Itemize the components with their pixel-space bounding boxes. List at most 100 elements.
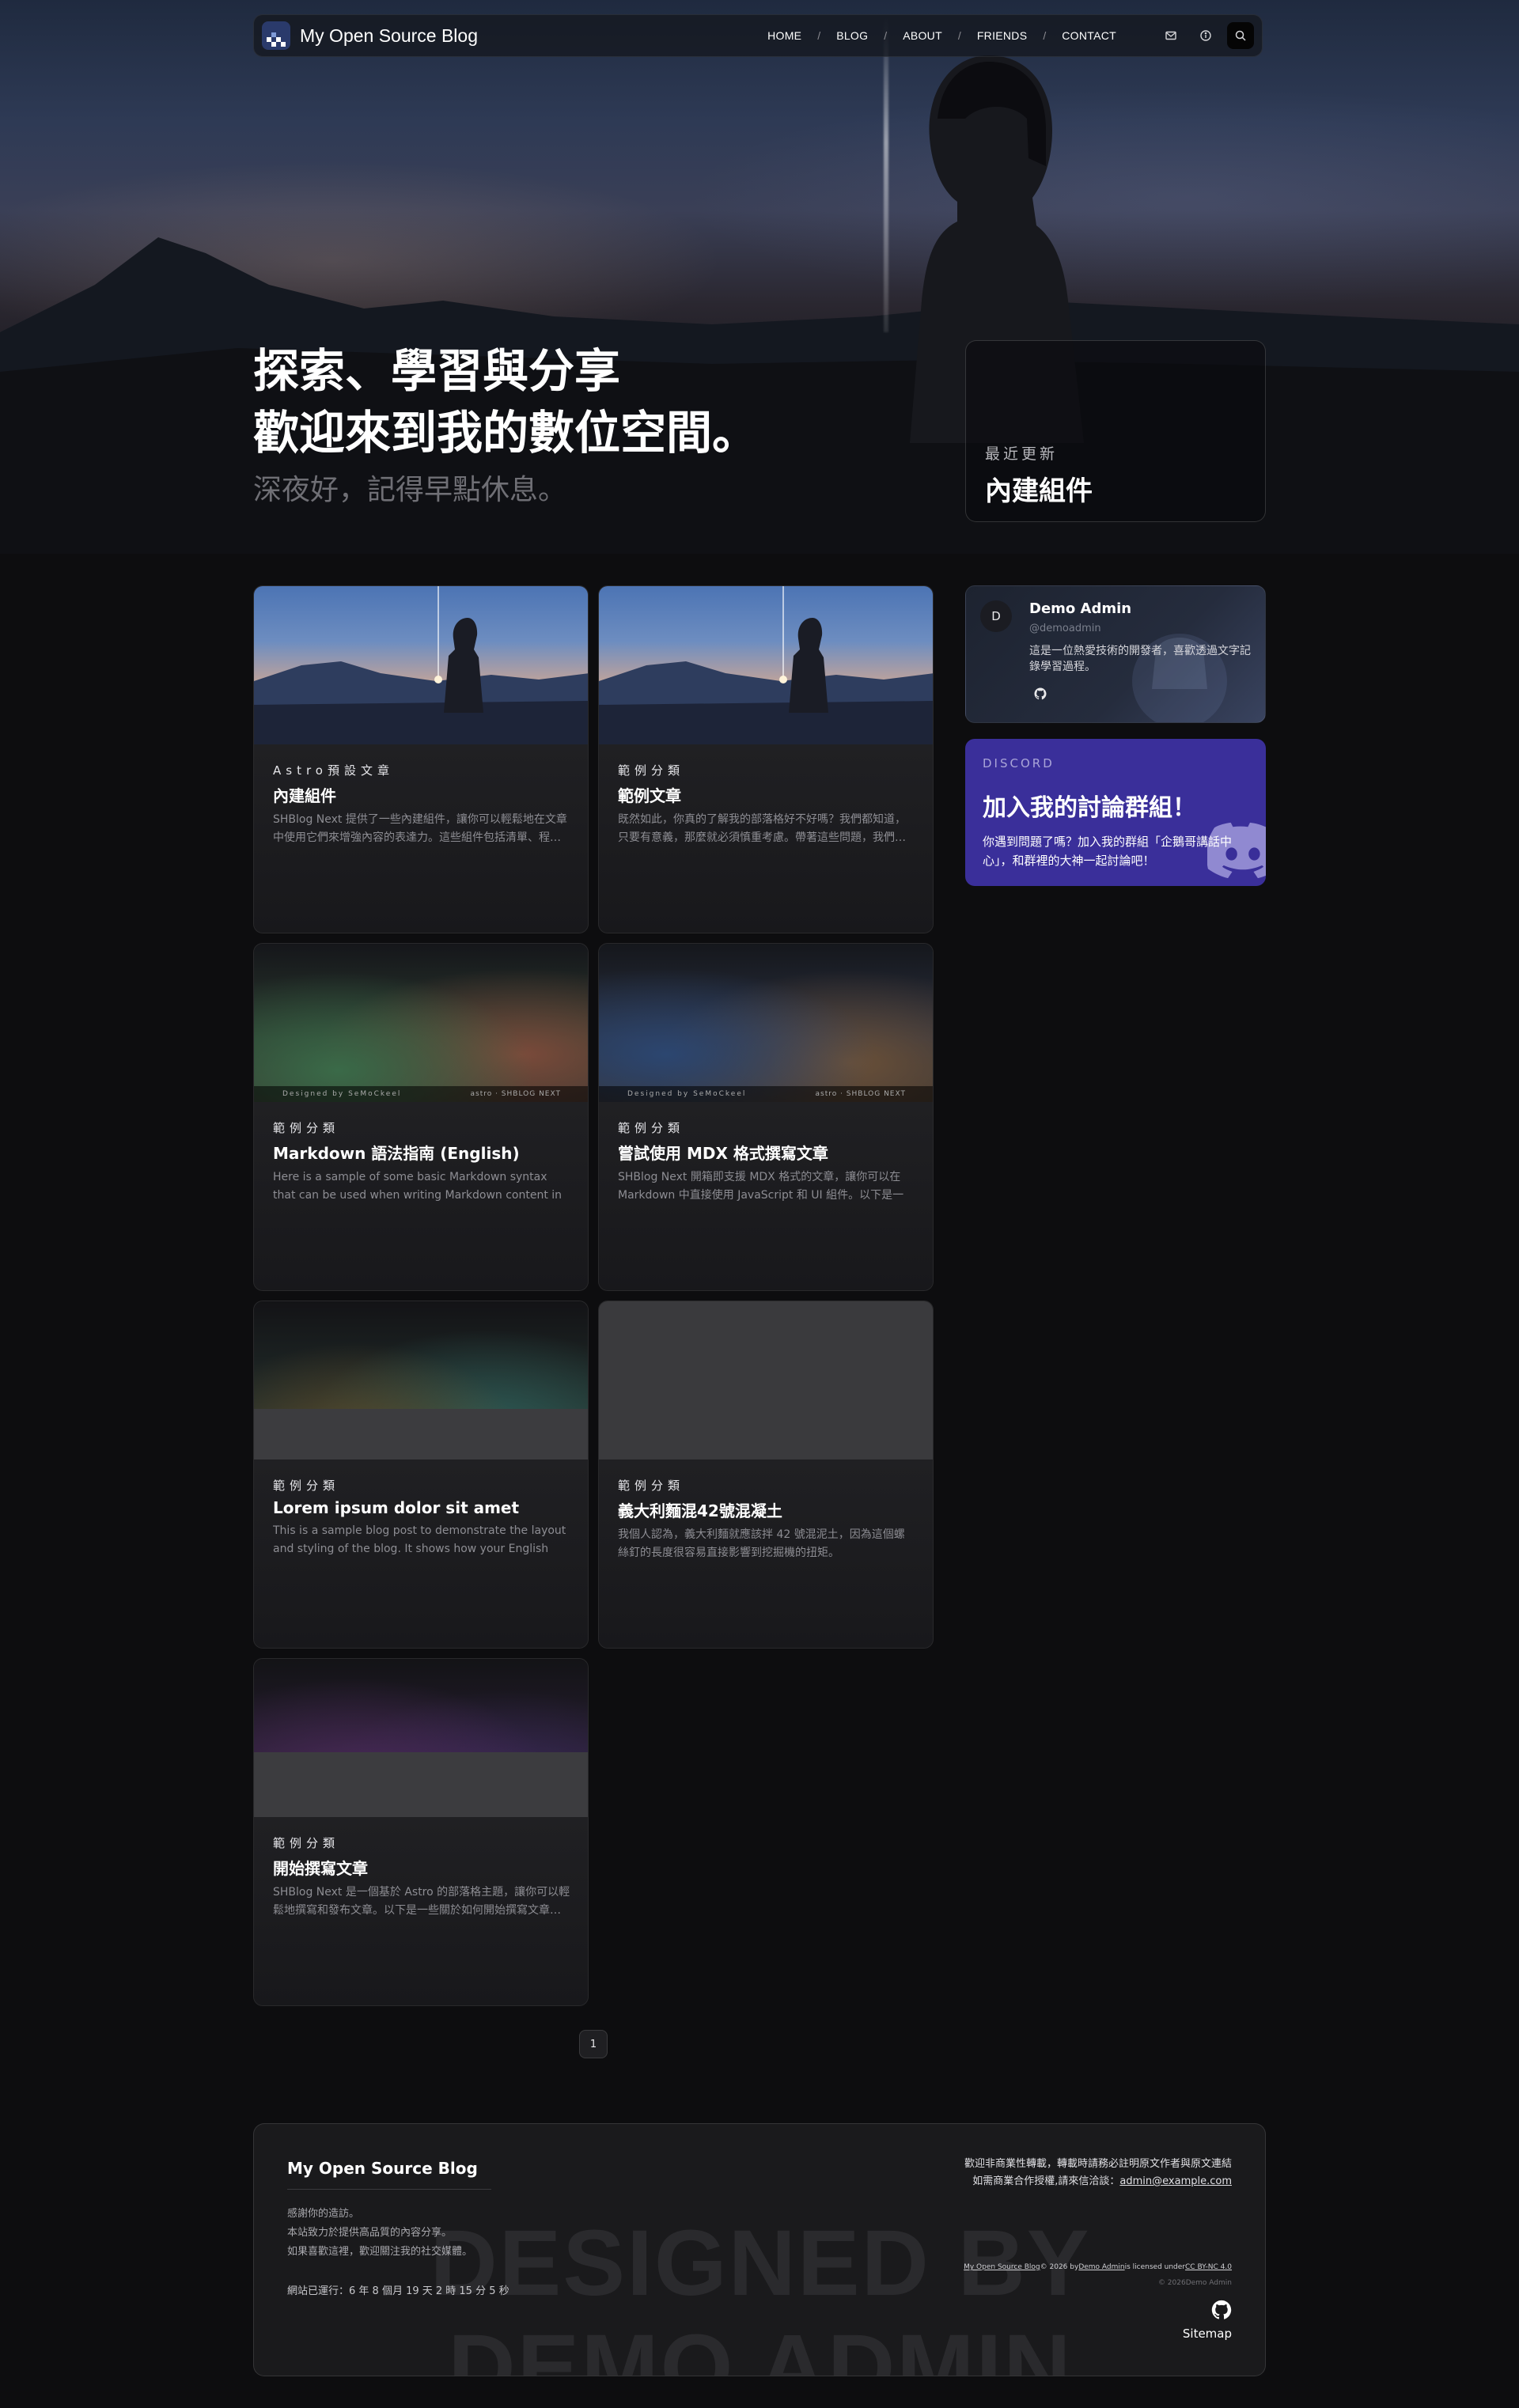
mail-icon[interactable] — [1157, 22, 1184, 49]
footer-watermark-line2: DEMO ADMIN — [448, 2315, 1073, 2376]
nav-separator: / — [1043, 29, 1047, 42]
footer-desc-line: 感謝你的造訪。 — [287, 2208, 360, 2220]
post-body: 範例分類 義大利麵混42號混凝土 我個人認為，義大利麵就應該拌 42 號混泥土，… — [599, 1460, 933, 1648]
post-category[interactable]: 範例分類 — [618, 1477, 915, 1494]
profile-card: D Demo Admin @demoadmin 這是一位熱愛技術的開發者，喜歡透… — [965, 585, 1266, 723]
profile-handle: @demoadmin — [1029, 623, 1101, 634]
post-body: Astro預設文章 內建組件 SHBlog Next 提供了一些內建組件，讓你可… — [254, 744, 588, 933]
discord-title: 加入我的討論群組！ — [983, 794, 1196, 822]
nav-link-about[interactable]: ABOUT — [895, 29, 950, 42]
avatar[interactable]: D — [980, 600, 1012, 632]
post-body: 範例分類 Lorem ipsum dolor sit amet This is … — [254, 1460, 588, 1648]
post-card[interactable]: 範例分類 Lorem ipsum dolor sit amet This is … — [253, 1301, 589, 1649]
latest-update-title: 內建組件 — [985, 475, 1093, 507]
nav-link-contact[interactable]: CONTACT — [1054, 29, 1124, 42]
nav-link-blog[interactable]: BLOG — [828, 29, 876, 42]
footer-notice-line1: 歡迎非商業性轉載，轉載時請務必註明原文作者與原文連結 — [964, 2158, 1232, 2170]
cover-credit-left: Designed by SeMoCkeel — [282, 1090, 402, 1098]
sitemap-link[interactable]: Sitemap — [1183, 2327, 1232, 2341]
post-excerpt: 既然如此，你真的了解我的部落格好不好嗎？我們都知道，只要有意義，那麼就必須慎重考… — [618, 813, 906, 844]
cover-placeholder-strip — [254, 1409, 588, 1460]
latest-update-label: 最近更新 — [985, 445, 1059, 463]
hero-heading-line1: 探索、學習與分享 — [253, 344, 621, 398]
post-title[interactable]: 嘗試使用 MDX 格式撰寫文章 — [618, 1141, 915, 1164]
post-cover-image — [599, 586, 933, 744]
hero-banner — [0, 0, 1519, 554]
license-year: © 2026 by — [1040, 2263, 1079, 2271]
latest-update-card[interactable]: 最近更新 內建組件 — [965, 340, 1266, 522]
post-title[interactable]: 義大利麵混42號混凝土 — [618, 1498, 915, 1521]
site-footer: DESIGNED BY DEMO ADMIN My Open Source Bl… — [253, 2123, 1266, 2376]
post-card[interactable]: 範例分類 義大利麵混42號混凝土 我個人認為，義大利麵就應該拌 42 號混泥土，… — [598, 1301, 934, 1649]
cover-credit-bar: Designed by SeMoCkeel astro · SHBLOG NEX… — [599, 1086, 933, 1102]
nav-icon-group — [1157, 22, 1254, 49]
post-excerpt: SHBlog Next 開箱即支援 MDX 格式的文章，讓你可以在 Markdo… — [618, 1171, 904, 1202]
post-title[interactable]: Lorem ipsum dolor sit amet — [273, 1498, 570, 1517]
nav-link-home[interactable]: HOME — [760, 29, 809, 42]
footer-notice: 歡迎非商業性轉載，轉載時請務必註明原文作者與原文連結 如需商業合作授權,請來信洽… — [964, 2156, 1232, 2190]
post-category[interactable]: 範例分類 — [618, 762, 915, 778]
post-excerpt: Here is a sample of some basic Markdown … — [273, 1171, 563, 1202]
license-author-link[interactable]: Demo Admin — [1078, 2263, 1124, 2271]
post-body: 範例分類 嘗試使用 MDX 格式撰寫文章 SHBlog Next 開箱即支援 M… — [599, 1102, 933, 1290]
discord-text: 你遇到問題了嗎？加入我的群組「企鵝哥講話中心」，和群裡的大神一起討論吧！ — [983, 835, 1233, 868]
footer-license: My Open Source Blog© 2026 byDemo Adminis… — [964, 2263, 1232, 2271]
post-card[interactable]: Designed by SeMoCkeel astro · SHBLOG NEX… — [253, 943, 589, 1291]
site-runtime: 網站已運行：6 年 8 個月 19 天 2 時 15 分 5 秒 — [287, 2285, 509, 2297]
info-icon[interactable] — [1192, 22, 1219, 49]
profile-name: Demo Admin — [1029, 600, 1132, 617]
post-cover-image — [254, 586, 588, 744]
license-site-link[interactable]: My Open Source Blog — [964, 2263, 1040, 2271]
github-icon[interactable] — [1211, 2300, 1232, 2320]
post-card[interactable]: Designed by SeMoCkeel astro · SHBLOG NEX… — [598, 943, 934, 1291]
footer-notice-line2: 如需商業合作授權,請來信洽談： — [972, 2175, 1120, 2187]
nav-separator: / — [884, 29, 888, 42]
post-excerpt: 我個人認為，義大利麵就應該拌 42 號混泥土，因為這個螺絲釘的長度很容易直接影響… — [618, 1528, 905, 1559]
github-icon[interactable] — [1034, 687, 1051, 705]
nav-separator: / — [957, 29, 961, 42]
site-title-link[interactable]: My Open Source Blog — [300, 25, 478, 47]
license-text: is licensed under — [1124, 2263, 1186, 2271]
post-card[interactable]: 範例分類 開始撰寫文章 SHBlog Next 是一個基於 Astro 的部落格… — [253, 1658, 589, 2006]
discord-card[interactable]: DISCORD 加入我的討論群組！ 你遇到問題了嗎？加入我的群組「企鵝哥講話中心… — [965, 739, 1266, 886]
hero-heading: 探索、學習與分享 歡迎來到我的數位空間。 — [253, 340, 758, 464]
post-title[interactable]: Markdown 語法指南 (English) — [273, 1141, 570, 1164]
hero-greeting: 深夜好，記得早點休息。 — [253, 474, 567, 506]
site-logo[interactable] — [262, 21, 290, 50]
top-navbar: My Open Source Blog HOME / BLOG / ABOUT … — [253, 14, 1263, 57]
post-cover-image: Designed by SeMoCkeel astro · SHBLOG NEX… — [599, 944, 933, 1102]
post-category[interactable]: 範例分類 — [273, 1477, 570, 1494]
post-body: 範例分類 範例文章 既然如此，你真的了解我的部落格好不好嗎？我們都知道，只要有意… — [599, 744, 933, 933]
post-title[interactable]: 範例文章 — [618, 783, 915, 806]
post-body: 範例分類 開始撰寫文章 SHBlog Next 是一個基於 Astro 的部落格… — [254, 1817, 588, 2005]
cover-credit-right: astro · SHBLOG NEXT — [815, 1090, 906, 1098]
footer-site-title: My Open Source Blog — [287, 2159, 478, 2178]
nav-link-friends[interactable]: FRIENDS — [969, 29, 1036, 42]
license-link[interactable]: CC BY-NC 4.0 — [1185, 2263, 1232, 2271]
post-title[interactable]: 開始撰寫文章 — [273, 1856, 570, 1879]
post-excerpt: This is a sample blog post to demonstrat… — [273, 1524, 566, 1555]
post-category[interactable]: 範例分類 — [273, 1119, 570, 1136]
post-category[interactable]: 範例分類 — [273, 1834, 570, 1851]
post-category[interactable]: 範例分類 — [618, 1119, 915, 1136]
cover-credit-left: Designed by SeMoCkeel — [627, 1090, 747, 1098]
search-icon[interactable] — [1227, 22, 1254, 49]
footer-description: 感謝你的造訪。 本站致力於提供高品質的內容分享。 如果喜歡這裡，歡迎關注我的社交… — [287, 2205, 472, 2262]
post-card[interactable]: 範例分類 範例文章 既然如此，你真的了解我的部落格好不好嗎？我們都知道，只要有意… — [598, 585, 934, 933]
post-excerpt: SHBlog Next 提供了一些內建組件，讓你可以輕鬆地在文章中使用它們來增強… — [273, 813, 567, 844]
footer-email-link[interactable]: admin@example.com — [1119, 2175, 1232, 2187]
nav-links: HOME / BLOG / ABOUT / FRIENDS / CONTACT — [760, 29, 1124, 42]
nav-separator: / — [817, 29, 821, 42]
light-beam — [884, 16, 888, 332]
post-cover-image: Designed by SeMoCkeel astro · SHBLOG NEX… — [254, 944, 588, 1102]
pagination-page-button[interactable]: 1 — [579, 2030, 608, 2058]
post-card[interactable]: Astro預設文章 內建組件 SHBlog Next 提供了一些內建組件，讓你可… — [253, 585, 589, 933]
post-category[interactable]: Astro預設文章 — [273, 762, 570, 778]
profile-bio: 這是一位熱愛技術的開發者，喜歡透過文字記錄學習過程。 — [1029, 645, 1251, 673]
post-cover-image — [254, 1659, 588, 1817]
hero-heading-line2: 歡迎來到我的數位空間。 — [253, 406, 759, 460]
cover-credit-bar: Designed by SeMoCkeel astro · SHBLOG NEX… — [254, 1086, 588, 1102]
post-cover-image — [599, 1301, 933, 1460]
cover-placeholder-strip — [254, 1752, 588, 1817]
post-title[interactable]: 內建組件 — [273, 783, 570, 806]
